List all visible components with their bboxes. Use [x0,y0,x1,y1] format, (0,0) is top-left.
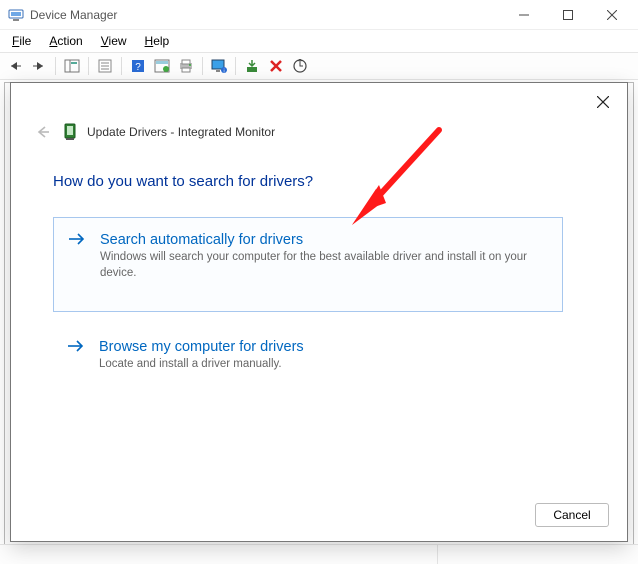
update-drivers-dialog: Update Drivers - Integrated Monitor How … [10,82,628,542]
back-arrow-icon[interactable] [4,55,26,77]
titlebar: Device Manager [0,0,638,30]
arrow-right-icon [67,339,85,353]
menu-file[interactable]: File [4,32,39,50]
monitor-icon [63,123,77,141]
toolbar-separator [88,57,89,75]
toolbar: ? i [0,52,638,80]
show-hide-tree-icon[interactable] [61,55,83,77]
statusbar-cell [0,545,438,564]
print-icon[interactable] [175,55,197,77]
toolbar-separator [121,57,122,75]
maximize-button[interactable] [546,1,590,29]
properties-icon[interactable] [94,55,116,77]
statusbar-cell [438,545,638,564]
minimize-button[interactable] [502,1,546,29]
option-browse-computer[interactable]: Browse my computer for drivers Locate an… [53,325,563,383]
toolbar-separator [202,57,203,75]
help-icon[interactable]: ? [127,55,149,77]
toolbar-separator [235,57,236,75]
menu-action[interactable]: Action [41,32,90,50]
menubar: File Action View Help [0,30,638,52]
dialog-title: Update Drivers - Integrated Monitor [87,125,275,139]
window-controls [502,1,634,29]
cancel-button-label: Cancel [553,508,590,522]
dialog-close-button[interactable] [583,87,623,117]
menu-view[interactable]: View [93,32,135,50]
arrow-right-icon [68,232,86,246]
dialog-heading: How do you want to search for drivers? [53,173,313,190]
update-driver-icon[interactable] [151,55,173,77]
delete-icon[interactable] [265,55,287,77]
app-icon [8,7,24,23]
svg-text:?: ? [135,62,141,73]
forward-arrow-icon[interactable] [28,55,50,77]
window-title: Device Manager [30,8,502,22]
install-icon[interactable] [241,55,263,77]
svg-text:i: i [223,69,224,74]
option-title: Browse my computer for drivers [99,339,547,355]
menu-help[interactable]: Help [137,32,178,50]
dialog-header: Update Drivers - Integrated Monitor [33,123,275,141]
monitor-info-icon[interactable]: i [208,55,230,77]
scan-hardware-icon[interactable] [289,55,311,77]
cancel-button[interactable]: Cancel [535,503,609,527]
toolbar-separator [55,57,56,75]
option-title: Search automatically for drivers [100,232,546,248]
option-description: Windows will search your computer for th… [100,250,546,281]
statusbar [0,544,638,564]
option-description: Locate and install a driver manually. [99,357,547,373]
option-search-automatically[interactable]: Search automatically for drivers Windows… [53,217,563,312]
close-button[interactable] [590,1,634,29]
dialog-back-button [33,125,53,139]
